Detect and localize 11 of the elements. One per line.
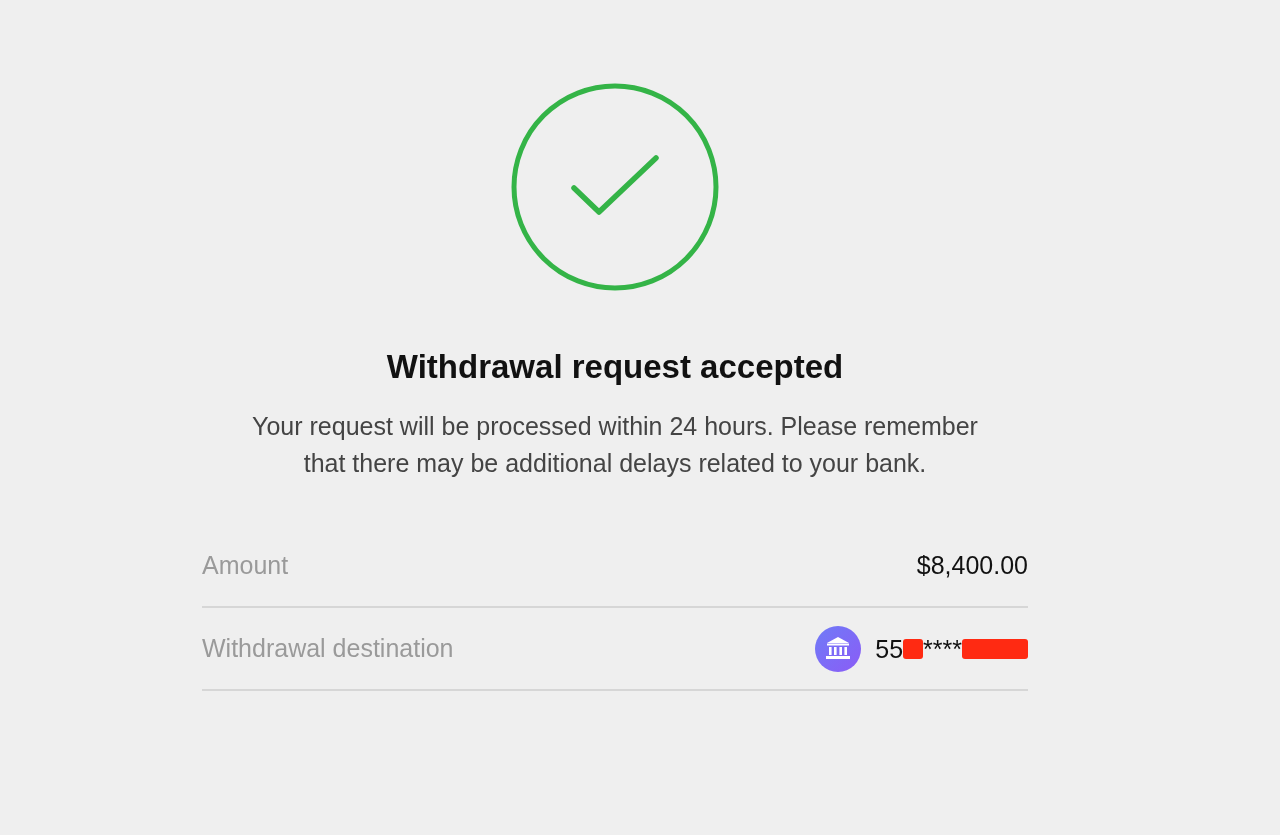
bank-icon [815, 625, 862, 672]
success-check-icon [510, 82, 720, 292]
detail-label: Amount [202, 549, 289, 581]
redaction-mark [962, 638, 1028, 659]
success-message: Your request will be processed within 24 hours. Please remember that there may be additional delays related to your bank. [251, 411, 979, 479]
redaction-mark [903, 638, 924, 659]
success-title: Withdrawal request accepted [386, 348, 844, 386]
amount-value: $8,400.00 [916, 549, 1028, 581]
account-number: **** [923, 633, 962, 664]
detail-label: Withdrawal destination [202, 632, 454, 664]
account-number: 55 [875, 633, 904, 664]
